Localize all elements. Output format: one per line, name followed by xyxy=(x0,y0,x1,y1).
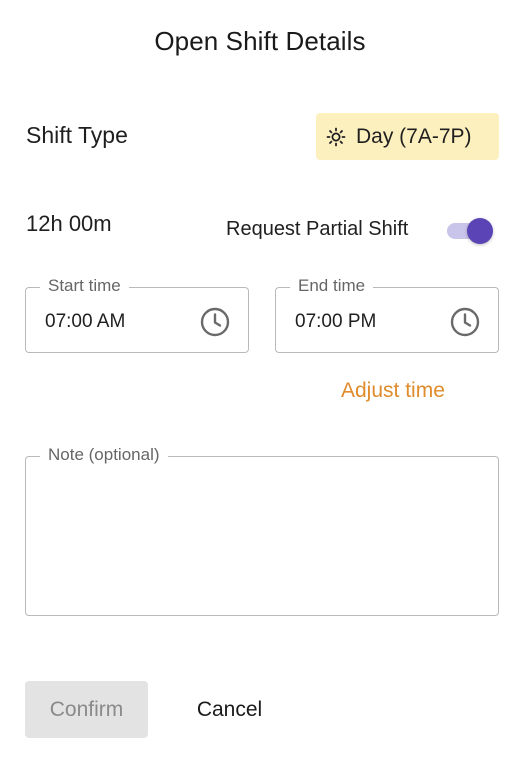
end-time-value: 07:00 PM xyxy=(295,311,377,332)
cancel-button[interactable]: Cancel xyxy=(178,681,281,738)
note-label: Note (optional) xyxy=(40,445,168,465)
clock-icon[interactable] xyxy=(199,306,231,338)
dialog-title: Open Shift Details xyxy=(154,26,366,56)
shift-type-label: Shift Type xyxy=(26,122,128,148)
clock-icon[interactable] xyxy=(449,306,481,338)
sun-icon xyxy=(326,127,346,147)
shift-duration: 12h 00m xyxy=(26,211,112,236)
note-field[interactable]: Note (optional) xyxy=(25,445,499,616)
shift-type-badge[interactable]: Day (7A-7P) xyxy=(316,113,499,160)
start-time-field[interactable]: Start time 07:00 AM xyxy=(25,276,249,353)
shift-type-value: Day (7A-7P) xyxy=(356,124,472,148)
start-time-value: 07:00 AM xyxy=(45,311,126,332)
confirm-button[interactable]: Confirm xyxy=(25,681,148,738)
start-time-label: Start time xyxy=(40,276,129,296)
partial-shift-label: Request Partial Shift xyxy=(226,218,409,240)
partial-shift-toggle[interactable] xyxy=(447,216,495,244)
end-time-field[interactable]: End time 07:00 PM xyxy=(275,276,499,353)
adjust-time-link[interactable]: Adjust time xyxy=(341,379,445,403)
end-time-label: End time xyxy=(290,276,374,296)
toggle-thumb xyxy=(467,218,493,244)
